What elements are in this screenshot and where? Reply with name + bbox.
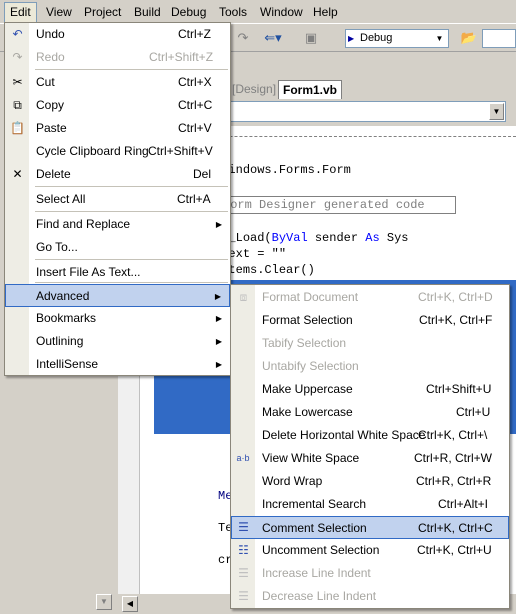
menu-item-cut[interactable]: ✂ Cut Ctrl+X [5, 71, 230, 94]
menu-item-increase-line-indent[interactable]: ☰ Increase Line Indent [231, 562, 509, 585]
menu-separator [35, 186, 228, 187]
menu-edit[interactable]: Edit [4, 2, 37, 23]
menu-item-go-to[interactable]: Go To... [5, 236, 230, 259]
menu-item-incremental-search[interactable]: Incremental Search Ctrl+Alt+I [231, 493, 509, 516]
copy-icon: ⧉ [13, 98, 22, 112]
redo-arrow-icon[interactable]: ↷ [232, 28, 254, 48]
triangle-icon: ▶ [348, 34, 355, 43]
menu-item-format-document[interactable]: ⧈ Format Document Ctrl+K, Ctrl+D [231, 286, 509, 309]
menu-item-outlining[interactable]: Outlining ▶ [5, 330, 230, 353]
menu-view[interactable]: View [40, 3, 78, 21]
menu-item-paste[interactable]: 📋 Paste Ctrl+V [5, 117, 230, 140]
menu-item-select-all[interactable]: Select All Ctrl+A [5, 188, 230, 211]
submenu-arrow-icon: ▶ [215, 337, 222, 346]
menu-bar: Edit View Project Build Debug Tools Wind… [0, 0, 516, 24]
chevron-down-icon[interactable]: ▼ [433, 31, 446, 46]
menu-item-undo[interactable]: ↶ Undo Ctrl+Z [5, 23, 230, 46]
menu-item-cycle-clipboard-ring[interactable]: Cycle Clipboard Ring Ctrl+Shift+V [5, 140, 230, 163]
menu-tools[interactable]: Tools [213, 3, 253, 21]
menu-project[interactable]: Project [78, 3, 127, 21]
advanced-submenu: ⧈ Format Document Ctrl+K, Ctrl+D Format Se… [230, 284, 510, 609]
paste-icon: 📋 [10, 121, 25, 135]
comment-icon: ☰ [238, 520, 249, 534]
tab-form1-vb[interactable]: Form1.vb [278, 80, 343, 99]
menu-item-word-wrap[interactable]: Word Wrap Ctrl+R, Ctrl+R [231, 470, 509, 493]
navigate-icon[interactable]: ⇐▾ [262, 28, 284, 48]
redo-icon: ↷ [12, 50, 23, 64]
menu-item-find-and-replace[interactable]: Find and Replace ▶ [5, 213, 230, 236]
submenu-arrow-icon: ▶ [215, 220, 222, 229]
edit-menu: ↶ Undo Ctrl+Z ↷ Redo Ctrl+Shift+Z ✂ Cut Ctrl+X… [4, 22, 231, 376]
submenu-arrow-icon: ▶ [214, 292, 221, 301]
solution-configuration-select[interactable]: ▶ Debug ▼ [345, 29, 449, 48]
menu-item-delete[interactable]: ✕ Delete Del [5, 163, 230, 186]
menu-separator [35, 211, 228, 212]
format-document-icon: ⧈ [239, 290, 248, 304]
menu-item-format-selection[interactable]: Format Selection Ctrl+K, Ctrl+F [231, 309, 509, 332]
menu-separator [35, 69, 228, 70]
menu-separator [35, 259, 228, 260]
menu-item-decrease-line-indent[interactable]: ☰ Decrease Line Indent [231, 585, 509, 608]
cut-icon: ✂ [12, 75, 23, 89]
menu-item-intellisense[interactable]: IntelliSense ▶ [5, 353, 230, 376]
menu-item-bookmarks[interactable]: Bookmarks ▶ [5, 307, 230, 330]
increase-indent-icon: ☰ [238, 566, 249, 580]
scroll-left-icon[interactable]: ◀ [122, 596, 138, 612]
scroll-down-icon[interactable]: ▼ [96, 594, 112, 610]
tab-form1-design[interactable]: [Design] [228, 80, 280, 99]
menu-debug[interactable]: Debug [165, 3, 212, 21]
menu-item-make-lowercase[interactable]: Make Lowercase Ctrl+U [231, 401, 509, 424]
configuration-value: Debug [360, 32, 393, 44]
menu-item-view-white-space[interactable]: a·b View White Space Ctrl+R, Ctrl+W [231, 447, 509, 470]
menu-item-uncomment-selection[interactable]: ☷ Uncomment Selection Ctrl+K, Ctrl+U [231, 539, 509, 562]
menu-build[interactable]: Build [128, 3, 167, 21]
chevron-down-icon[interactable]: ▼ [489, 103, 504, 120]
collapsed-region[interactable]: Form Designer generated code [220, 196, 456, 214]
uncomment-icon: ☷ [238, 543, 249, 557]
submenu-arrow-icon: ▶ [215, 360, 222, 369]
menu-item-delete-horizontal-white-space[interactable]: Delete Horizontal White Space Ctrl+K, Ctr… [231, 424, 509, 447]
menu-item-redo[interactable]: ↷ Redo Ctrl+Shift+Z [5, 46, 230, 69]
menu-item-untabify-selection[interactable]: Untabify Selection [231, 355, 509, 378]
menu-item-insert-file-as-text[interactable]: Insert File As Text... [5, 261, 230, 284]
open-folder-icon[interactable]: 📂 [458, 28, 480, 48]
menu-item-comment-selection[interactable]: ☰ Comment Selection Ctrl+K, Ctrl+C [231, 516, 509, 539]
menu-item-tabify-selection[interactable]: Tabify Selection [231, 332, 509, 355]
white-space-icon: a·b [236, 453, 250, 463]
menu-help[interactable]: Help [307, 3, 344, 21]
decrease-indent-icon: ☰ [238, 589, 249, 603]
find-combo[interactable] [482, 29, 516, 48]
menu-item-copy[interactable]: ⧉ Copy Ctrl+C [5, 94, 230, 117]
submenu-arrow-icon: ▶ [215, 314, 222, 323]
menu-separator [35, 282, 228, 283]
undo-icon: ↶ [12, 27, 23, 41]
menu-window[interactable]: Window [254, 3, 309, 21]
start-icon[interactable]: ▣ [300, 28, 322, 48]
menu-item-advanced[interactable]: Advanced ▶ [5, 284, 230, 307]
menu-item-make-uppercase[interactable]: Make Uppercase Ctrl+Shift+U [231, 378, 509, 401]
delete-icon: ✕ [12, 167, 23, 181]
